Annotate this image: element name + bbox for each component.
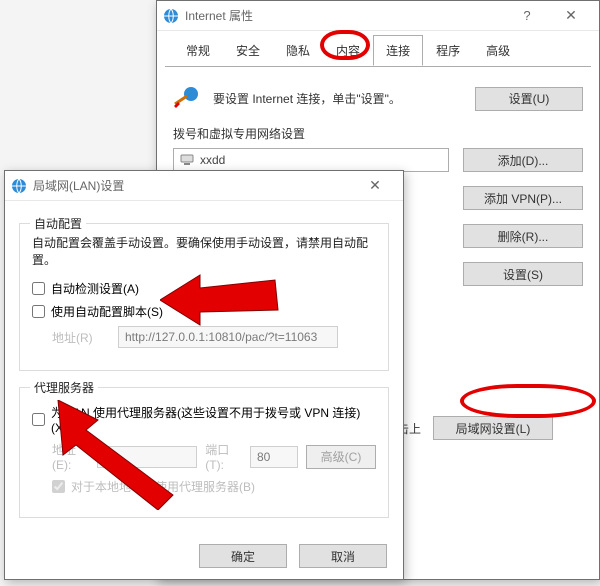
- use-script-row[interactable]: 使用自动配置脚本(S): [32, 303, 376, 320]
- dialup-item: xxdd: [200, 153, 225, 167]
- auto-config-group: 自动配置 自动配置会覆盖手动设置。要确保使用手动设置，请禁用自动配置。 自动检测…: [19, 223, 389, 371]
- use-script-checkbox[interactable]: [32, 305, 45, 318]
- lan-settings-dialog: 局域网(LAN)设置 ✕ 自动配置 自动配置会覆盖手动设置。要确保使用手动设置，…: [4, 170, 404, 580]
- proxy-group: 代理服务器 为 LAN 使用代理服务器(这些设置不用于拨号或 VPN 连接)(X…: [19, 387, 389, 518]
- use-proxy-label: 为 LAN 使用代理服务器(这些设置不用于拨号或 VPN 连接)(X): [51, 404, 376, 435]
- cancel-button[interactable]: 取消: [299, 544, 387, 568]
- bypass-local-checkbox: [52, 480, 65, 493]
- wand-icon: [173, 86, 201, 111]
- proxy-port-label: 端口(T):: [205, 441, 242, 472]
- proxy-address-input: [97, 446, 197, 468]
- proxy-address-label: 地址(E):: [52, 441, 89, 472]
- proxy-legend: 代理服务器: [30, 379, 98, 396]
- tab-general[interactable]: 常规: [173, 35, 223, 66]
- lan-settings-button[interactable]: 局域网设置(L): [433, 416, 553, 440]
- use-proxy-checkbox[interactable]: [32, 413, 45, 426]
- help-button[interactable]: ?: [505, 8, 549, 23]
- tab-connections[interactable]: 连接: [373, 35, 423, 66]
- network-icon: [180, 152, 194, 169]
- dialup-listbox[interactable]: xxdd: [173, 148, 449, 172]
- auto-detect-checkbox[interactable]: [32, 282, 45, 295]
- tab-content[interactable]: 内容: [323, 35, 373, 66]
- auto-detect-row[interactable]: 自动检测设置(A): [32, 280, 376, 297]
- bypass-local-row: 对于本地地址不使用代理服务器(B): [52, 478, 376, 495]
- dialog-title: 局域网(LAN)设置: [33, 177, 124, 194]
- close-button[interactable]: ✕: [549, 2, 593, 30]
- tabs: 常规 安全 隐私 内容 连接 程序 高级: [165, 35, 591, 66]
- script-address-label: 地址(R): [52, 329, 112, 346]
- connection-hint: 要设置 Internet 连接，单击"设置"。: [213, 90, 463, 107]
- add-vpn-button[interactable]: 添加 VPN(P)...: [463, 186, 583, 210]
- tab-privacy[interactable]: 隐私: [273, 35, 323, 66]
- add-button[interactable]: 添加(D)...: [463, 148, 583, 172]
- close-button[interactable]: ✕: [353, 172, 397, 200]
- globe-icon: [11, 178, 27, 194]
- auto-config-legend: 自动配置: [30, 215, 86, 232]
- auto-detect-label: 自动检测设置(A): [51, 280, 139, 297]
- settings-button[interactable]: 设置(S): [463, 262, 583, 286]
- script-address-input: [118, 326, 338, 348]
- remove-button[interactable]: 删除(R)...: [463, 224, 583, 248]
- setup-button[interactable]: 设置(U): [475, 87, 583, 111]
- use-proxy-row[interactable]: 为 LAN 使用代理服务器(这些设置不用于拨号或 VPN 连接)(X): [32, 404, 376, 435]
- tab-security[interactable]: 安全: [223, 35, 273, 66]
- titlebar: Internet 属性 ? ✕: [157, 1, 599, 31]
- use-script-label: 使用自动配置脚本(S): [51, 303, 163, 320]
- bypass-local-label: 对于本地地址不使用代理服务器(B): [71, 478, 255, 495]
- globe-icon: [163, 8, 179, 24]
- auto-config-note: 自动配置会覆盖手动设置。要确保使用手动设置，请禁用自动配置。: [32, 234, 376, 268]
- tab-programs[interactable]: 程序: [423, 35, 473, 66]
- titlebar: 局域网(LAN)设置 ✕: [5, 171, 403, 201]
- tab-advanced[interactable]: 高级: [473, 35, 523, 66]
- window-title: Internet 属性: [185, 7, 253, 24]
- ok-button[interactable]: 确定: [199, 544, 287, 568]
- proxy-advanced-button: 高级(C): [306, 445, 376, 469]
- proxy-port-input: [250, 446, 298, 468]
- dialup-label: 拨号和虚拟专用网络设置: [173, 125, 583, 142]
